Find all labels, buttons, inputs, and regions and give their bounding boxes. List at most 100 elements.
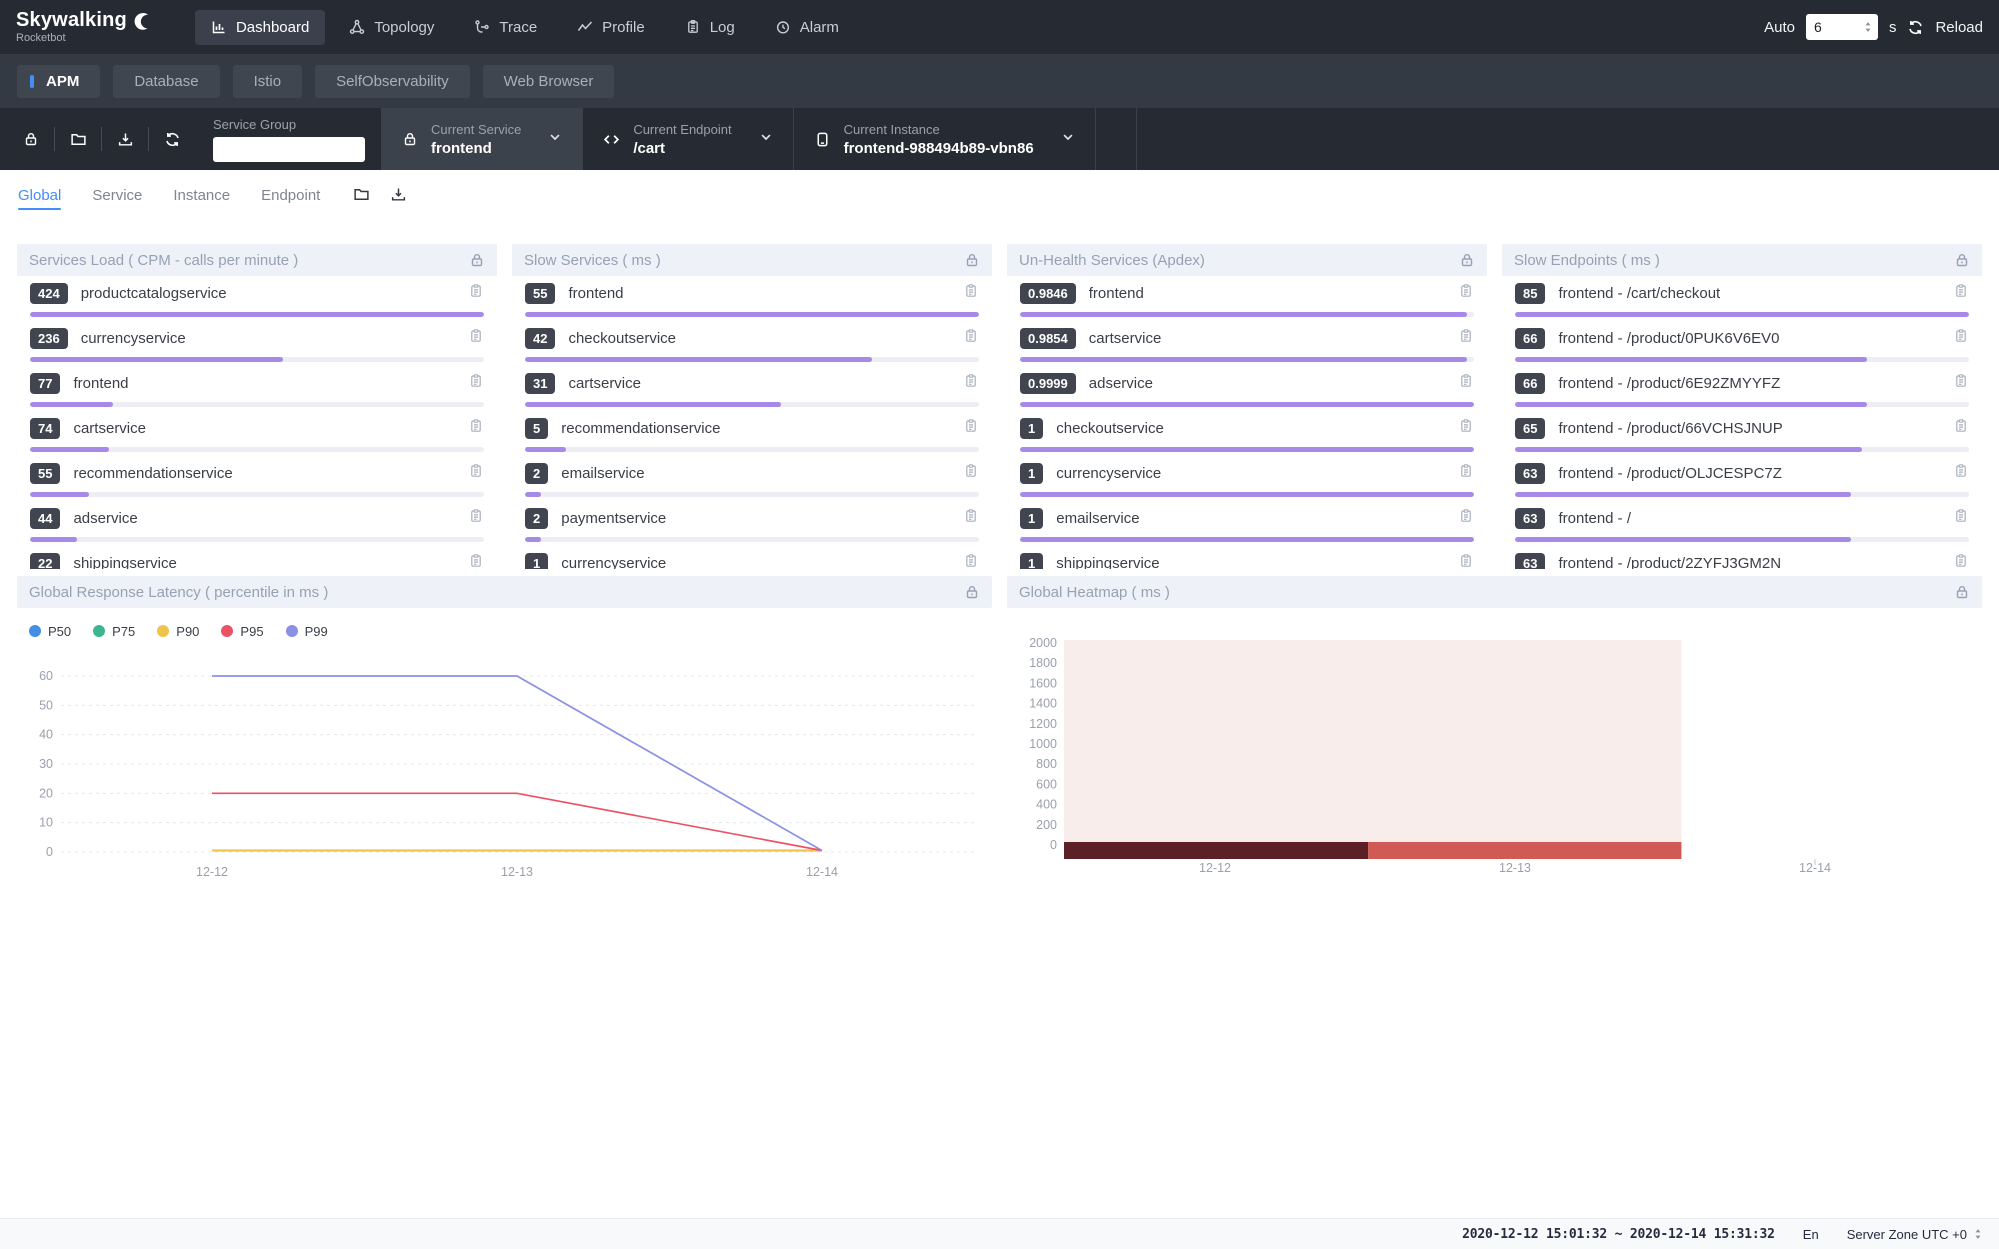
panel-row[interactable]: 0.9846 frontend xyxy=(1007,276,1487,321)
lock-icon[interactable] xyxy=(1954,584,1970,600)
clipboard-icon[interactable] xyxy=(1458,373,1474,389)
panel-row[interactable]: 1 currencyservice xyxy=(512,546,992,569)
time-range[interactable]: 2020-12-12 15:01:32 ~ 2020-12-14 15:31:3… xyxy=(1462,1227,1775,1242)
panel-row[interactable]: 5 recommendationservice xyxy=(512,411,992,456)
group-tab-selfobservability[interactable]: SelfObservability xyxy=(315,65,470,98)
auto-interval-input[interactable] xyxy=(1806,14,1878,40)
panel-row[interactable]: 1 shippingservice xyxy=(1007,546,1487,569)
nav-item-profile[interactable]: Profile xyxy=(561,10,661,45)
zone-stepper-icon[interactable] xyxy=(1973,1227,1983,1241)
service-group-input[interactable] xyxy=(213,137,365,162)
clipboard-icon[interactable] xyxy=(1458,463,1474,479)
group-tab-istio[interactable]: Istio xyxy=(233,65,303,98)
legend-item-p90[interactable]: P90 xyxy=(157,624,199,639)
panel-row[interactable]: 63 frontend - /product/2ZYFJ3GM2N xyxy=(1502,546,1982,569)
tab-endpoint[interactable]: Endpoint xyxy=(261,173,320,216)
panel-row[interactable]: 1 checkoutservice xyxy=(1007,411,1487,456)
clipboard-icon[interactable] xyxy=(1953,553,1969,569)
refresh-icon[interactable] xyxy=(1907,19,1924,36)
panel-row[interactable]: 66 frontend - /product/0PUK6V6EV0 xyxy=(1502,321,1982,366)
lock-icon[interactable] xyxy=(1459,252,1475,268)
clipboard-icon[interactable] xyxy=(1953,328,1969,344)
panel-row[interactable]: 1 emailservice xyxy=(1007,501,1487,546)
nav-item-log[interactable]: Log xyxy=(669,10,751,45)
clipboard-icon[interactable] xyxy=(1458,283,1474,299)
clipboard-icon[interactable] xyxy=(963,463,979,479)
clipboard-icon[interactable] xyxy=(1953,283,1969,299)
panel-row[interactable]: 236 currencyservice xyxy=(17,321,497,366)
clipboard-icon[interactable] xyxy=(1953,418,1969,434)
lock-icon[interactable] xyxy=(1954,252,1970,268)
panel-row[interactable]: 74 cartservice xyxy=(17,411,497,456)
clipboard-icon[interactable] xyxy=(468,283,484,299)
legend-item-p50[interactable]: P50 xyxy=(29,624,71,639)
clipboard-icon[interactable] xyxy=(1458,418,1474,434)
tool-import-icon[interactable] xyxy=(102,131,148,148)
clipboard-icon[interactable] xyxy=(1953,373,1969,389)
nav-item-dashboard[interactable]: Dashboard xyxy=(195,10,325,45)
language-toggle[interactable]: En xyxy=(1803,1227,1819,1242)
folder-icon[interactable] xyxy=(353,186,370,203)
selector-current-endpoint[interactable]: Current Endpoint /cart xyxy=(582,108,792,170)
brand-logo[interactable]: Skywalking Rocketbot xyxy=(16,10,153,44)
tab-service[interactable]: Service xyxy=(92,173,142,216)
panel-row[interactable]: 0.9854 cartservice xyxy=(1007,321,1487,366)
stepper-icon[interactable] xyxy=(1863,20,1873,34)
nav-item-alarm[interactable]: Alarm xyxy=(759,10,855,45)
clipboard-icon[interactable] xyxy=(1458,553,1474,569)
nav-item-topology[interactable]: Topology xyxy=(333,10,450,45)
tool-folder-icon[interactable] xyxy=(55,131,101,148)
panel-row[interactable]: 22 shippingservice xyxy=(17,546,497,569)
legend-item-p95[interactable]: P95 xyxy=(221,624,263,639)
panel-row[interactable]: 2 emailservice xyxy=(512,456,992,501)
reload-button[interactable]: Reload xyxy=(1935,19,1983,36)
clipboard-icon[interactable] xyxy=(468,463,484,479)
panel-row[interactable]: 2 paymentservice xyxy=(512,501,992,546)
panel-row[interactable]: 44 adservice xyxy=(17,501,497,546)
panel-row[interactable]: 77 frontend xyxy=(17,366,497,411)
panel-row[interactable]: 55 recommendationservice xyxy=(17,456,497,501)
lock-icon[interactable] xyxy=(964,252,980,268)
panel-row[interactable]: 1 currencyservice xyxy=(1007,456,1487,501)
panel-row[interactable]: 63 frontend - / xyxy=(1502,501,1982,546)
import-icon[interactable] xyxy=(390,186,407,203)
group-tab-web-browser[interactable]: Web Browser xyxy=(483,65,615,98)
group-tab-apm[interactable]: APM xyxy=(17,65,100,98)
clipboard-icon[interactable] xyxy=(468,373,484,389)
clipboard-icon[interactable] xyxy=(963,508,979,524)
clipboard-icon[interactable] xyxy=(1458,328,1474,344)
selector-current-service[interactable]: Current Service frontend xyxy=(381,108,582,170)
clipboard-icon[interactable] xyxy=(963,283,979,299)
tool-lock-icon[interactable] xyxy=(8,131,54,147)
panel-row[interactable]: 66 frontend - /product/6E92ZMYYFZ xyxy=(1502,366,1982,411)
legend-item-p99[interactable]: P99 xyxy=(286,624,328,639)
clipboard-icon[interactable] xyxy=(1953,508,1969,524)
auto-interval-value[interactable] xyxy=(1814,19,1854,35)
legend-item-p75[interactable]: P75 xyxy=(93,624,135,639)
tool-refresh-icon[interactable] xyxy=(149,131,195,148)
tab-instance[interactable]: Instance xyxy=(173,173,230,216)
panel-row[interactable]: 0.9999 adservice xyxy=(1007,366,1487,411)
lock-icon[interactable] xyxy=(469,252,485,268)
panel-row[interactable]: 63 frontend - /product/OLJCESPC7Z xyxy=(1502,456,1982,501)
clipboard-icon[interactable] xyxy=(963,328,979,344)
clipboard-icon[interactable] xyxy=(468,553,484,569)
panel-row[interactable]: 85 frontend - /cart/checkout xyxy=(1502,276,1982,321)
panel-row[interactable]: 42 checkoutservice xyxy=(512,321,992,366)
tab-global[interactable]: Global xyxy=(18,173,61,216)
clipboard-icon[interactable] xyxy=(1953,463,1969,479)
clipboard-icon[interactable] xyxy=(963,553,979,569)
panel-row[interactable]: 31 cartservice xyxy=(512,366,992,411)
clipboard-icon[interactable] xyxy=(468,328,484,344)
selector-current-instance[interactable]: Current Instance frontend-988494b89-vbn8… xyxy=(793,108,1095,170)
panel-row[interactable]: 65 frontend - /product/66VCHSJNUP xyxy=(1502,411,1982,456)
panel-row[interactable]: 424 productcatalogservice xyxy=(17,276,497,321)
clipboard-icon[interactable] xyxy=(963,418,979,434)
lock-icon[interactable] xyxy=(964,584,980,600)
clipboard-icon[interactable] xyxy=(468,508,484,524)
clipboard-icon[interactable] xyxy=(468,418,484,434)
clipboard-icon[interactable] xyxy=(1458,508,1474,524)
nav-item-trace[interactable]: Trace xyxy=(458,10,553,45)
clipboard-icon[interactable] xyxy=(963,373,979,389)
group-tab-database[interactable]: Database xyxy=(113,65,219,98)
